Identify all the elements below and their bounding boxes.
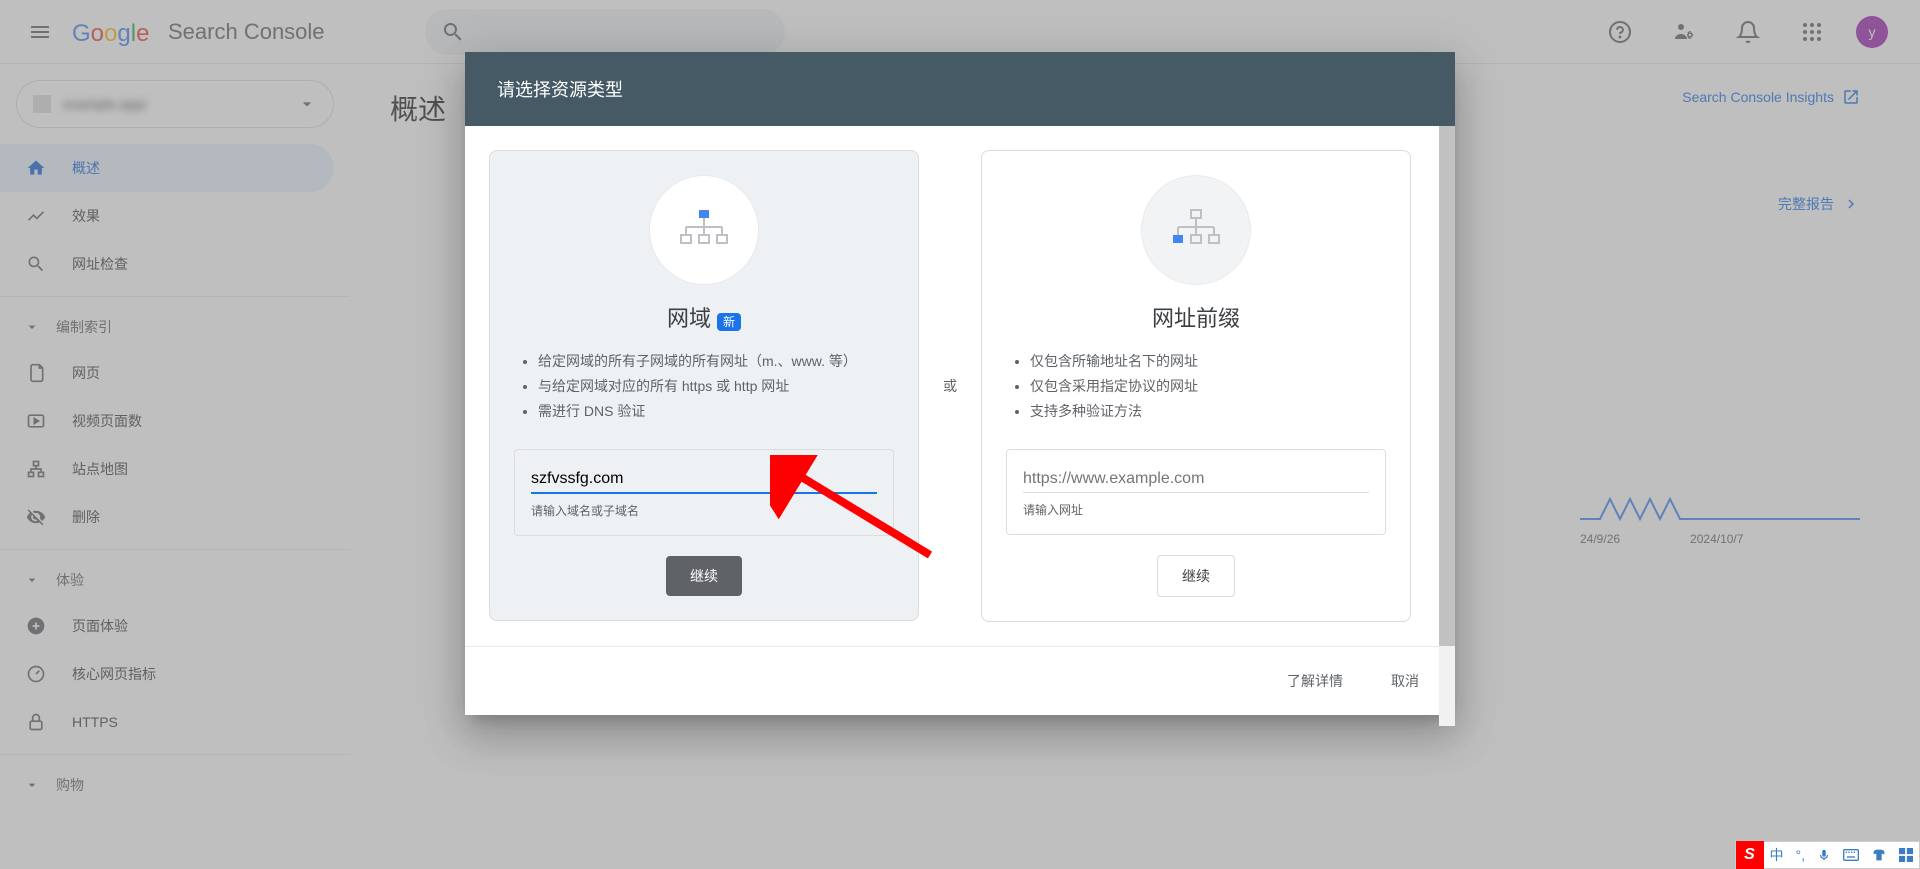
ime-mic-icon[interactable]: [1811, 848, 1837, 862]
url-prefix-input-hint: 请输入网址: [1023, 501, 1369, 518]
modal-title: 请选择资源类型: [465, 52, 1455, 126]
ime-toolbar[interactable]: S 中 °,: [1735, 841, 1920, 869]
ime-lang[interactable]: 中: [1764, 845, 1790, 865]
domain-input-hint: 请输入域名或子域名: [531, 502, 877, 519]
property-type-modal: 请选择资源类型 网域新 给定网域的所有子网域的所有网址（m.、www. 等） 与…: [465, 52, 1455, 715]
ime-keyboard-icon[interactable]: [1837, 848, 1865, 862]
url-prefix-icon: [1141, 175, 1251, 285]
learn-more-button[interactable]: 了解详情: [1275, 663, 1355, 699]
sogou-logo-icon: S: [1736, 841, 1764, 869]
url-prefix-input-box: 请输入网址: [1006, 449, 1386, 535]
modal-footer: 了解详情 取消: [465, 646, 1455, 715]
domain-card[interactable]: 网域新 给定网域的所有子网域的所有网址（m.、www. 等） 与给定网域对应的所…: [489, 150, 919, 621]
domain-input[interactable]: [531, 466, 877, 494]
domain-features-list: 给定网域的所有子网域的所有网址（m.、www. 等） 与给定网域对应的所有 ht…: [514, 349, 894, 425]
ime-punct-icon[interactable]: °,: [1790, 847, 1812, 863]
url-prefix-card[interactable]: 网址前缀 仅包含所输地址名下的网址 仅包含采用指定协议的网址 支持多种验证方法 …: [981, 150, 1411, 622]
domain-continue-button[interactable]: 继续: [666, 556, 742, 596]
cancel-button[interactable]: 取消: [1379, 663, 1431, 699]
modal-scrollbar[interactable]: [1439, 126, 1455, 726]
ime-skin-icon[interactable]: [1865, 848, 1893, 862]
domain-input-box: 请输入域名或子域名: [514, 449, 894, 536]
domain-card-title: 网域新: [514, 301, 894, 333]
url-prefix-input[interactable]: [1023, 466, 1369, 493]
ime-toolbox-icon[interactable]: [1893, 848, 1919, 862]
url-prefix-continue-button[interactable]: 继续: [1157, 555, 1235, 597]
new-badge: 新: [717, 313, 741, 331]
url-prefix-features-list: 仅包含所输地址名下的网址 仅包含采用指定协议的网址 支持多种验证方法: [1006, 349, 1386, 425]
domain-icon: [649, 175, 759, 285]
or-divider: 或: [943, 376, 957, 396]
url-prefix-card-title: 网址前缀: [1006, 301, 1386, 333]
